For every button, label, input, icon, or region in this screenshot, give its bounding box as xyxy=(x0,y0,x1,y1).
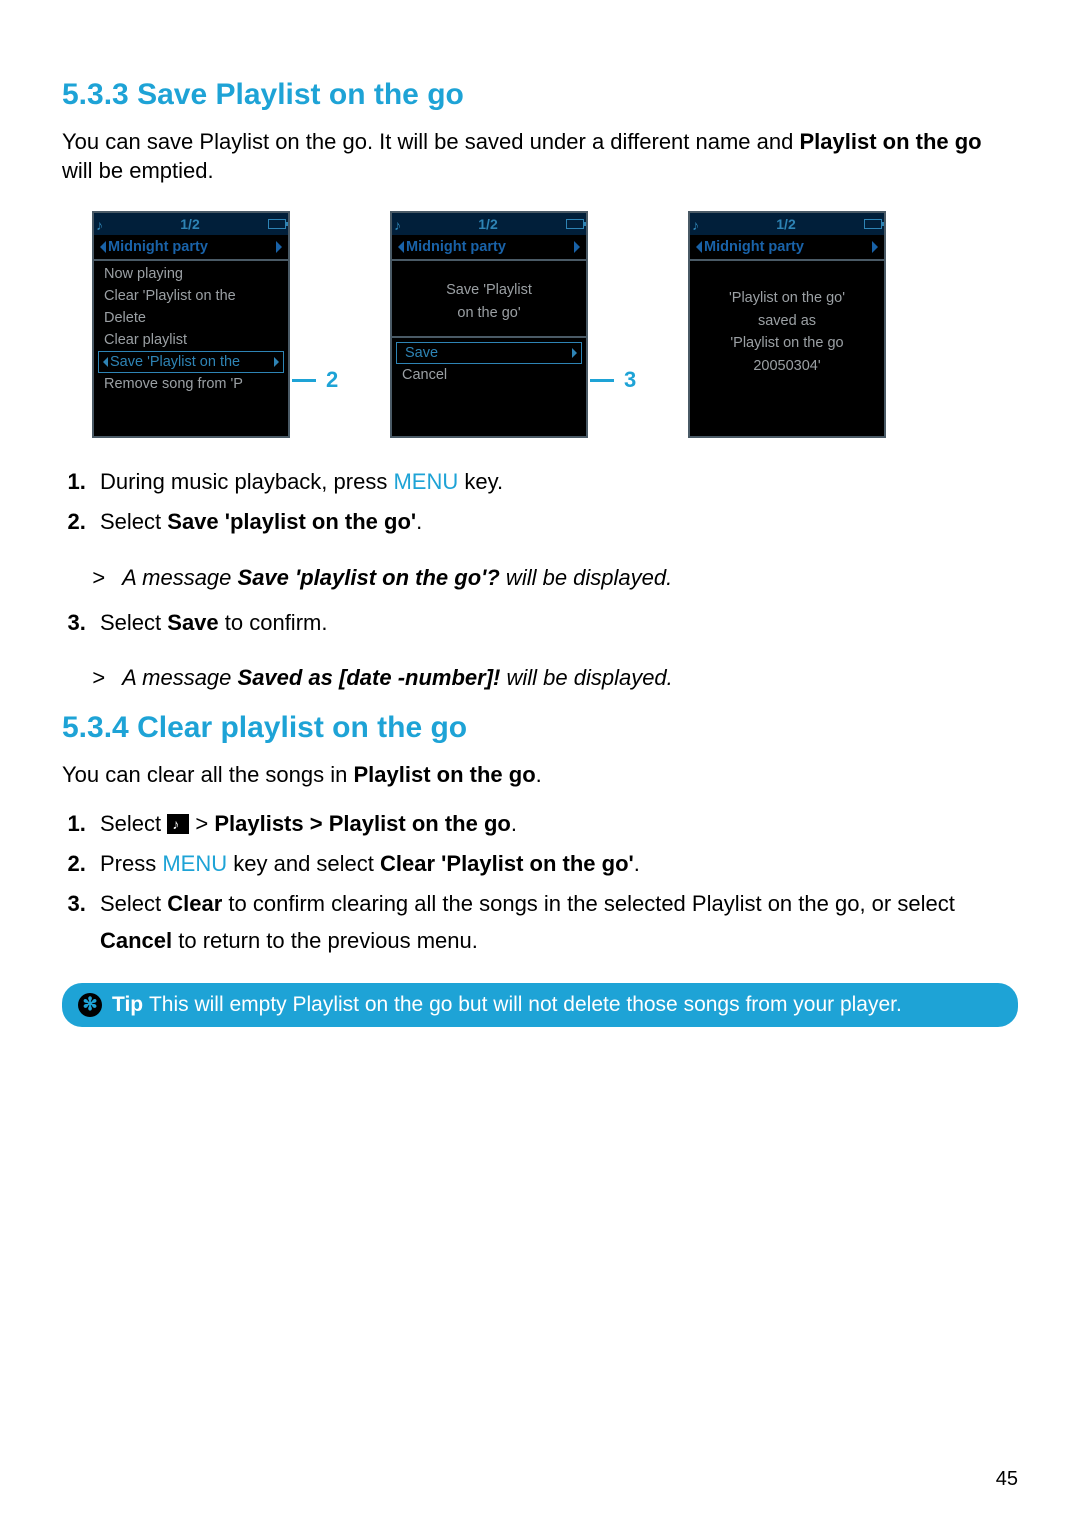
tip-bar: ✻ Tip This will empty Playlist on the go… xyxy=(62,983,1018,1027)
menu-item-highlighted: Save xyxy=(396,342,582,364)
page-counter: 1/2 xyxy=(708,216,864,232)
device-title-row: Midnight party xyxy=(690,235,884,261)
steps-list-534: Select > Playlists > Playlist on the go.… xyxy=(62,806,1018,959)
page-counter: 1/2 xyxy=(112,216,268,232)
step-item: Press MENU key and select Clear 'Playlis… xyxy=(92,846,1018,882)
menu-item: Now playing xyxy=(94,263,288,285)
music-note-icon xyxy=(692,217,708,231)
nav-right-icon xyxy=(574,241,580,253)
result-note: > A message Saved as [date -number]! wil… xyxy=(92,665,1018,691)
device-screen-1: 1/2 Midnight party Now playing Clear 'Pl… xyxy=(92,211,290,438)
menu-item: Clear 'Playlist on the xyxy=(94,285,288,307)
menu-item-highlighted: Save 'Playlist on the xyxy=(98,351,284,373)
page-number: 45 xyxy=(996,1468,1018,1491)
step-item: Select Clear to confirm clearing all the… xyxy=(92,886,1018,959)
device-title-row: Midnight party xyxy=(94,235,288,261)
device-header: 1/2 xyxy=(690,213,884,235)
device-header: 1/2 xyxy=(392,213,586,235)
device-screen-3: 1/2 Midnight party 'Playlist on the go' … xyxy=(688,211,886,438)
tip-icon: ✻ xyxy=(78,993,102,1017)
device-title-row: Midnight party xyxy=(392,235,586,261)
menu-item: Delete xyxy=(94,307,288,329)
page-counter: 1/2 xyxy=(410,216,566,232)
device-screen-2: 1/2 Midnight party Save 'Playlist on the… xyxy=(390,211,588,438)
device-message: 'Playlist on the go' saved as 'Playlist … xyxy=(690,261,884,389)
device-message: Save 'Playlist on the go' xyxy=(392,261,586,336)
step-item: Select Save 'playlist on the go'. xyxy=(92,504,1018,540)
callout-number-3: 3 xyxy=(590,367,636,393)
nav-right-icon xyxy=(872,241,878,253)
menu-item: Clear playlist xyxy=(94,329,288,351)
music-note-icon xyxy=(96,217,112,231)
result-note: > A message Save 'playlist on the go'? w… xyxy=(92,565,1018,591)
battery-icon xyxy=(268,219,286,229)
step-item: Select Save to confirm. xyxy=(92,605,1018,641)
step-item: During music playback, press MENU key. xyxy=(92,464,1018,500)
device-screens-row: 1/2 Midnight party Now playing Clear 'Pl… xyxy=(92,211,1018,438)
section-heading-534: 5.3.4 Clear playlist on the go xyxy=(62,711,1018,745)
steps-list-533b: Select Save to confirm. xyxy=(62,605,1018,641)
device-header: 1/2 xyxy=(94,213,288,235)
section-533-description: You can save Playlist on the go. It will… xyxy=(62,128,1018,185)
section-heading-533: 5.3.3 Save Playlist on the go xyxy=(62,78,1018,112)
section-534-description: You can clear all the songs in Playlist … xyxy=(62,761,1018,790)
menu-item: Cancel xyxy=(392,364,586,386)
menu-item: Remove song from 'P xyxy=(94,373,288,395)
step-item: Select > Playlists > Playlist on the go. xyxy=(92,806,1018,842)
callout-number-2: 2 xyxy=(292,367,338,393)
steps-list-533: During music playback, press MENU key. S… xyxy=(62,464,1018,541)
battery-icon xyxy=(566,219,584,229)
nav-right-icon xyxy=(276,241,282,253)
music-note-icon xyxy=(394,217,410,231)
battery-icon xyxy=(864,219,882,229)
music-menu-icon xyxy=(167,814,189,834)
